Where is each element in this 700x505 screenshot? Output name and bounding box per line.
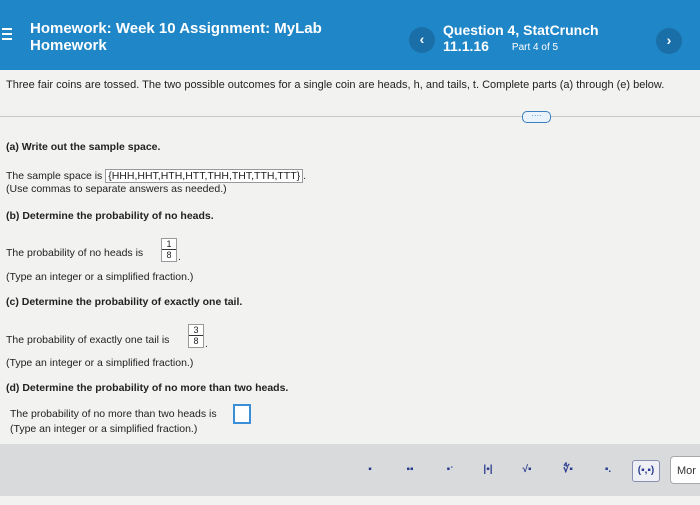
square-root-icon: √▪ xyxy=(522,464,532,475)
next-question-button[interactable]: › xyxy=(656,28,682,54)
sample-space-answer[interactable]: {HHH,HHT,HTH,HTT,THH,THT,TTH,TTT} xyxy=(105,169,304,183)
expand-more-button[interactable]: ···· xyxy=(522,111,551,123)
nth-root-tool-button[interactable]: ∜▪ xyxy=(558,460,578,480)
part-c-answer-prefix: The probability of exactly one tail is xyxy=(6,334,170,346)
exponent-tool-button[interactable]: ▪ˑ xyxy=(440,460,460,480)
previous-question-button[interactable]: ‹ xyxy=(409,27,435,53)
part-c-denominator: 8 xyxy=(193,336,199,346)
fraction-tool-button[interactable]: ▪ xyxy=(360,460,380,480)
fraction-icon: ▪ xyxy=(368,464,372,475)
part-c-answer-suffix: . xyxy=(205,338,208,350)
more-tools-button[interactable]: Mor xyxy=(670,456,700,484)
homework-title[interactable]: Homework: Week 10 Assignment: MyLab Home… xyxy=(30,20,360,54)
part-b-fraction-answer[interactable]: 1 8 xyxy=(161,238,177,262)
part-b-answer-suffix: . xyxy=(178,251,181,263)
assignment-header: Homework: Week 10 Assignment: MyLab Home… xyxy=(0,0,700,70)
part-a-hint: (Use commas to separate answers as neede… xyxy=(6,183,227,195)
part-c-hint: (Type an integer or a simplified fractio… xyxy=(6,357,194,369)
part-a-answer-line: The sample space is {HHH,HHT,HTH,HTT,THH… xyxy=(6,169,307,183)
part-d-hint: (Type an integer or a simplified fractio… xyxy=(10,423,198,435)
mixed-number-icon: ▪▪ xyxy=(406,464,414,475)
square-root-tool-button[interactable]: √▪ xyxy=(517,460,537,480)
part-b-denominator: 8 xyxy=(166,250,172,260)
part-a-label: (a) Write out the sample space. xyxy=(6,141,161,153)
decimal-icon: ▪. xyxy=(604,464,612,475)
exponent-icon: ▪ˑ xyxy=(446,464,454,475)
part-b-label: (b) Determine the probability of no head… xyxy=(6,210,214,222)
math-toolbar xyxy=(0,444,700,496)
interval-tool-button[interactable]: (▪,▪) xyxy=(632,460,660,482)
part-c-label: (c) Determine the probability of exactly… xyxy=(6,296,243,308)
absolute-value-icon: |▪| xyxy=(483,464,493,475)
decimal-tool-button[interactable]: ▪. xyxy=(598,460,618,480)
part-b-answer-prefix: The probability of no heads is xyxy=(6,247,144,259)
part-b-numerator: 1 xyxy=(162,239,176,250)
part-c-fraction-answer[interactable]: 3 8 xyxy=(188,324,204,348)
part-c-numerator: 3 xyxy=(189,325,203,336)
part-d-label: (d) Determine the probability of no more… xyxy=(6,382,289,394)
hamburger-menu-icon[interactable] xyxy=(2,28,12,43)
nth-root-icon: ∜▪ xyxy=(563,464,573,475)
part-d-answer-prefix: The probability of no more than two head… xyxy=(10,408,217,420)
part-b-hint: (Type an integer or a simplified fractio… xyxy=(6,271,194,283)
part-a-answer-prefix: The sample space is xyxy=(6,170,103,182)
question-part-indicator: Part 4 of 5 xyxy=(511,42,559,53)
part-a-answer-suffix: . xyxy=(303,170,307,182)
interval-icon: (▪,▪) xyxy=(637,465,655,476)
mixed-number-tool-button[interactable]: ▪▪ xyxy=(400,460,420,480)
divider xyxy=(0,116,700,117)
part-d-answer-input[interactable] xyxy=(233,404,251,424)
absolute-value-tool-button[interactable]: |▪| xyxy=(478,460,498,480)
question-intro: Three fair coins are tossed. The two pos… xyxy=(6,79,665,91)
